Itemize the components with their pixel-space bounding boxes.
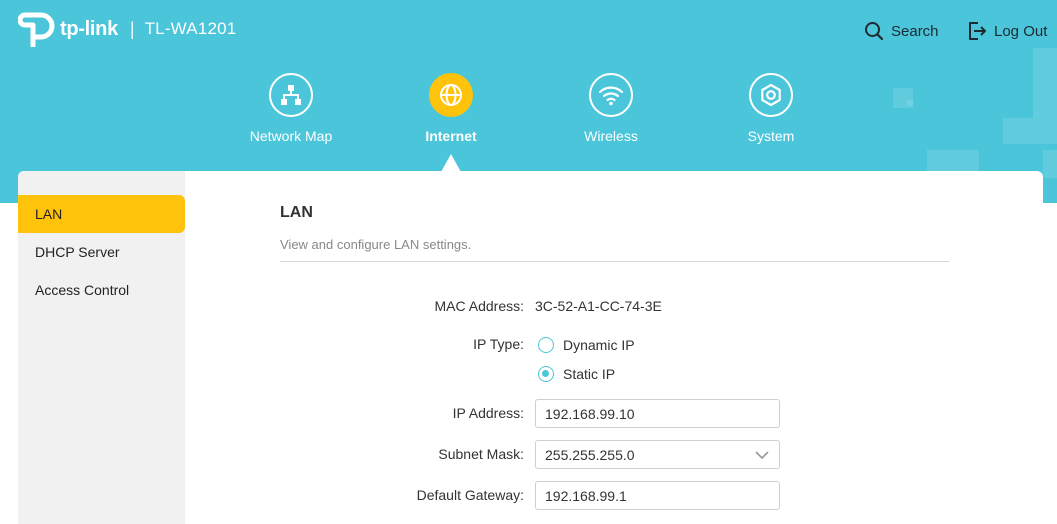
nav-wireless-circle bbox=[589, 73, 633, 117]
nav-wireless[interactable]: Wireless bbox=[556, 73, 666, 144]
form-labels: MAC Address: IP Type: IP Address: Subnet… bbox=[284, 171, 524, 524]
model-name: TL-WA1201 bbox=[144, 19, 237, 38]
ip-address-input[interactable] bbox=[535, 399, 780, 428]
decor-block bbox=[1043, 150, 1057, 178]
decor-block bbox=[1003, 118, 1057, 144]
nav-internet-circle bbox=[429, 73, 473, 117]
decor-block bbox=[927, 150, 979, 172]
subnet-mask-label: Subnet Mask: bbox=[438, 446, 524, 462]
logout-icon bbox=[969, 22, 986, 40]
nav-internet[interactable]: Internet bbox=[396, 73, 506, 144]
active-nav-pointer bbox=[441, 154, 461, 172]
logout-button[interactable]: Log Out bbox=[967, 21, 1047, 41]
radio-circle bbox=[538, 366, 554, 382]
nav-system-circle bbox=[749, 73, 793, 117]
search-icon bbox=[865, 22, 884, 41]
gear-icon bbox=[761, 83, 781, 107]
subnet-mask-value: 255.255.255.0 bbox=[545, 446, 635, 463]
ip-type-dynamic-radio[interactable]: Dynamic IP bbox=[538, 337, 635, 353]
brand-separator: | bbox=[129, 18, 135, 39]
nav-network-map[interactable]: Network Map bbox=[236, 73, 346, 144]
decor-block bbox=[907, 100, 913, 106]
sidebar-item-access-control[interactable]: Access Control bbox=[18, 271, 185, 309]
logout-label: Log Out bbox=[994, 22, 1048, 40]
ip-type-static-label: Static IP bbox=[563, 366, 616, 382]
globe-icon bbox=[440, 84, 462, 106]
search-label: Search bbox=[891, 22, 939, 40]
subnet-mask-select[interactable]: 255.255.255.0 bbox=[535, 440, 780, 469]
brand-name: tp-link bbox=[60, 17, 118, 40]
nav-internet-label: Internet bbox=[425, 128, 477, 144]
nav-system-label: System bbox=[747, 128, 795, 144]
sidebar-item-lan[interactable]: LAN bbox=[18, 195, 185, 233]
chevron-down-icon bbox=[755, 450, 769, 459]
nav-system[interactable]: System bbox=[716, 73, 826, 144]
sidebar: LAN DHCP Server Access Control bbox=[18, 171, 185, 524]
nav-network-map-label: Network Map bbox=[249, 128, 333, 144]
nav-wireless-label: Wireless bbox=[584, 128, 638, 144]
mac-address-label: MAC Address: bbox=[434, 298, 524, 314]
ip-type-static-radio[interactable]: Static IP bbox=[538, 366, 615, 382]
nav-network-map-circle bbox=[269, 73, 313, 117]
tp-link-logo: tp-link | TL-WA1201 bbox=[18, 11, 236, 47]
sidebar-item-dhcp-server[interactable]: DHCP Server bbox=[18, 233, 185, 271]
content-card: LAN DHCP Server Access Control LAN View … bbox=[18, 171, 1043, 524]
ip-address-label: IP Address: bbox=[452, 405, 524, 421]
ip-type-dynamic-label: Dynamic IP bbox=[563, 337, 635, 353]
default-gateway-label: Default Gateway: bbox=[416, 487, 524, 503]
ip-type-label: IP Type: bbox=[473, 336, 524, 352]
network-map-icon bbox=[281, 85, 301, 105]
decor-block bbox=[1033, 48, 1057, 118]
mac-address-value: 3C-52-A1-CC-74-3E bbox=[535, 298, 662, 314]
radio-circle bbox=[538, 337, 554, 353]
tp-link-logo-icon bbox=[18, 12, 55, 47]
default-gateway-input[interactable] bbox=[535, 481, 780, 510]
wifi-icon bbox=[598, 86, 624, 106]
search-button[interactable]: Search bbox=[864, 21, 939, 41]
